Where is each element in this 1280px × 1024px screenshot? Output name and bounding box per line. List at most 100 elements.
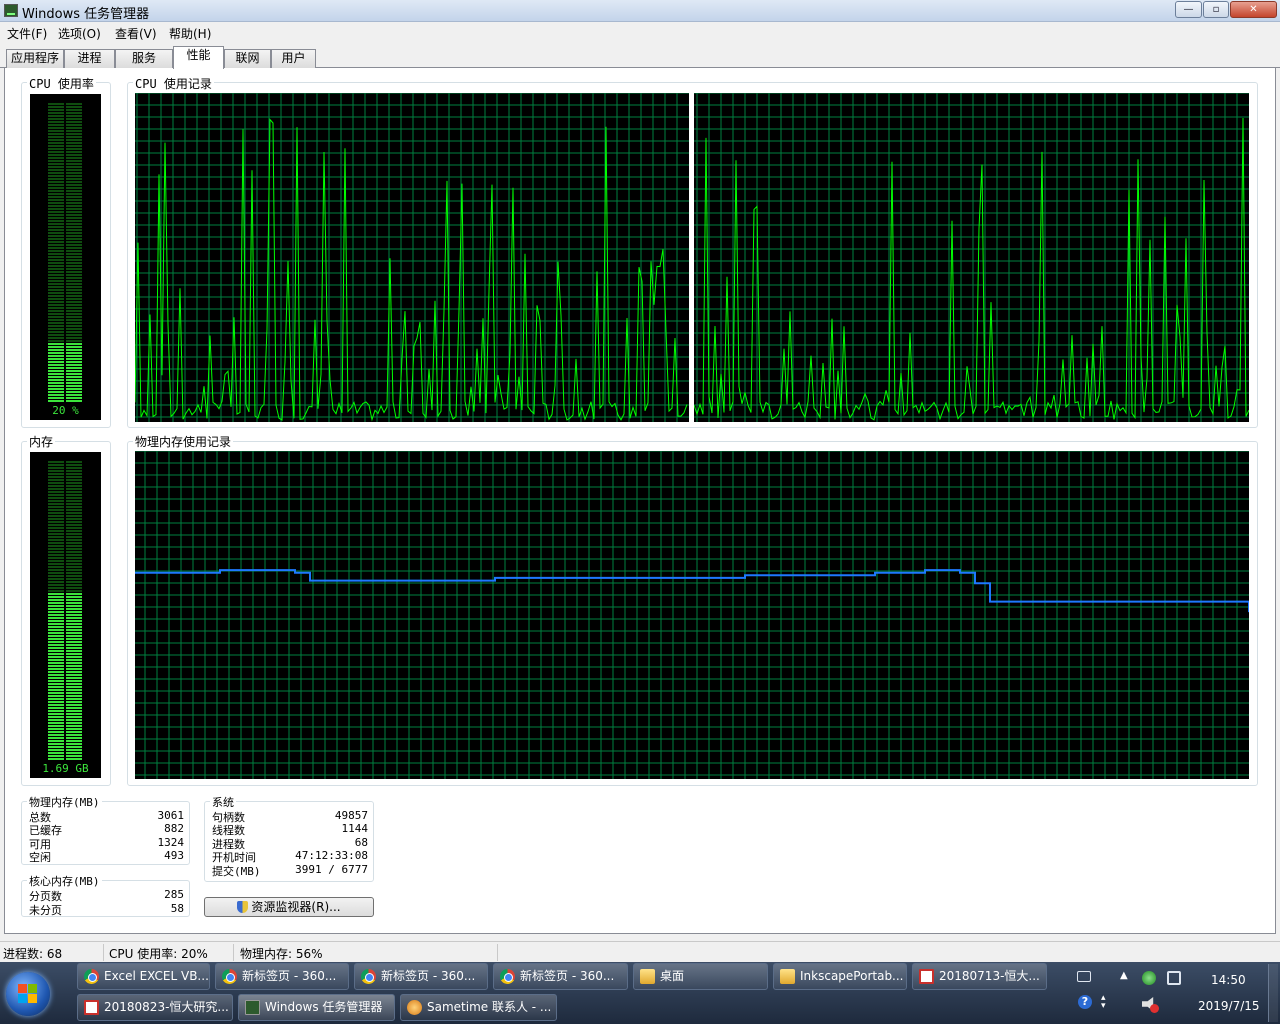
gauge-segment (48, 617, 64, 619)
gauge-segment (48, 536, 64, 538)
menu-view[interactable]: 查看(V) (115, 25, 157, 42)
show-hidden-icons-chevron-icon[interactable]: ▲ (1120, 970, 1128, 981)
menu-options[interactable]: 选项(O) (58, 25, 101, 42)
gauge-segment (66, 268, 82, 270)
tab-networking[interactable]: 联网 (224, 49, 271, 68)
gauge-segment (48, 737, 64, 739)
gauge-segment (48, 713, 64, 715)
gauge-segment (48, 223, 64, 225)
gauge-segment (48, 587, 64, 589)
gauge-segment (66, 545, 82, 547)
chrome-icon (361, 969, 376, 984)
chrome-icon (84, 969, 99, 984)
gauge-segment (48, 331, 64, 333)
gauge-segment (48, 677, 64, 679)
help-icon[interactable]: ? (1078, 995, 1092, 1009)
tab-users[interactable]: 用户 (271, 49, 316, 68)
gauge-segment (48, 112, 64, 114)
gauge-segment (48, 641, 64, 643)
gauge-segment (66, 166, 82, 168)
folder-icon (640, 969, 655, 984)
menu-file[interactable]: 文件(F) (7, 25, 47, 42)
menu-help[interactable]: 帮助(H) (169, 25, 211, 42)
show-desktop-button[interactable] (1268, 964, 1278, 1022)
network-icon[interactable] (1167, 971, 1181, 985)
gauge-segment (48, 650, 64, 652)
gauge-segment (48, 566, 64, 568)
taskbar-item-desktop[interactable]: 桌面 (633, 963, 768, 990)
taskbar-item-inkscape[interactable]: InkscapePortab... (773, 963, 907, 990)
gauge-segment (66, 190, 82, 192)
gauge-segment (66, 563, 82, 565)
gauge-segment (48, 211, 64, 213)
gauge-segment (48, 563, 64, 565)
gauge-segment (48, 479, 64, 481)
gauge-segment (48, 578, 64, 580)
gauge-segment (66, 328, 82, 330)
gauge-segment (48, 584, 64, 586)
gauge-segment (48, 355, 64, 357)
gauge-segment (66, 118, 82, 120)
gauge-segment (66, 325, 82, 327)
gauge-segment (66, 485, 82, 487)
taskbar-item-pdf-20180823[interactable]: 20180823-恒大研究... (77, 994, 233, 1021)
gauge-segment (66, 346, 82, 348)
gauge-segment (48, 310, 64, 312)
gauge-segment (48, 229, 64, 231)
gauge-segment (48, 671, 64, 673)
gauge-segment (48, 506, 64, 508)
gauge-segment (66, 518, 82, 520)
physical-memory-free-row: 空闲 493 (29, 849, 184, 864)
gauge-segment (48, 262, 64, 264)
gauge-segment (66, 193, 82, 195)
gauge-segment (66, 133, 82, 135)
taskbar-item-newtab-3[interactable]: 新标签页 - 360... (493, 963, 628, 990)
overflow-arrows-icon[interactable]: ▴ ▾ (1101, 994, 1106, 1011)
taskbar-item-newtab-1[interactable]: 新标签页 - 360... (215, 963, 349, 990)
gauge-segment (48, 325, 64, 327)
gauge-segment (66, 734, 82, 736)
gauge-segment (66, 229, 82, 231)
clock-time[interactable]: 14:50 (1211, 973, 1246, 987)
gauge-segment (48, 127, 64, 129)
taskbar-item-pdf-20180713[interactable]: 20180713-恒大... (912, 963, 1047, 990)
taskbar-item-task-manager[interactable]: Windows 任务管理器 (238, 994, 395, 1021)
gauge-segment (48, 698, 64, 700)
chrome-icon (500, 969, 515, 984)
clock-date[interactable]: 2019/7/15 (1198, 999, 1260, 1013)
chrome-icon (222, 969, 237, 984)
gauge-segment (48, 656, 64, 658)
gauge-segment (48, 253, 64, 255)
resource-monitor-button[interactable]: 资源监视器(R)... (204, 897, 374, 917)
gauge-segment (48, 121, 64, 123)
gauge-segment (66, 584, 82, 586)
gauge-segment (66, 506, 82, 508)
gauge-segment (66, 148, 82, 150)
taskbar-item-excel-vb[interactable]: Excel EXCEL VB... (77, 963, 210, 990)
gauge-segment (66, 184, 82, 186)
security-status-icon[interactable] (1142, 971, 1156, 985)
gauge-segment (48, 629, 64, 631)
tab-processes[interactable]: 进程 (64, 49, 115, 68)
mute-badge-icon (1150, 1004, 1159, 1013)
gauge-segment (66, 647, 82, 649)
close-button[interactable]: ✕ (1230, 1, 1277, 18)
maximize-button[interactable]: ▫ (1203, 1, 1229, 18)
start-button[interactable] (6, 972, 50, 1016)
taskbar-item-sametime[interactable]: Sametime 联系人 - ... (400, 994, 557, 1021)
keyboard-icon[interactable] (1077, 971, 1091, 982)
gauge-segment (66, 331, 82, 333)
tab-services[interactable]: 服务 (115, 49, 173, 68)
gauge-segment (66, 695, 82, 697)
gauge-segment (66, 379, 82, 381)
gauge-segment (48, 178, 64, 180)
task-manager-icon (245, 1000, 260, 1015)
gauge-segment (48, 106, 64, 108)
minimize-button[interactable]: — (1175, 1, 1202, 18)
tab-applications[interactable]: 应用程序 (6, 49, 64, 68)
gauge-segment (66, 334, 82, 336)
tab-performance[interactable]: 性能 (173, 46, 224, 69)
taskbar-item-newtab-2[interactable]: 新标签页 - 360... (354, 963, 488, 990)
gauge-segment (48, 400, 64, 402)
gauge-segment (48, 461, 64, 463)
